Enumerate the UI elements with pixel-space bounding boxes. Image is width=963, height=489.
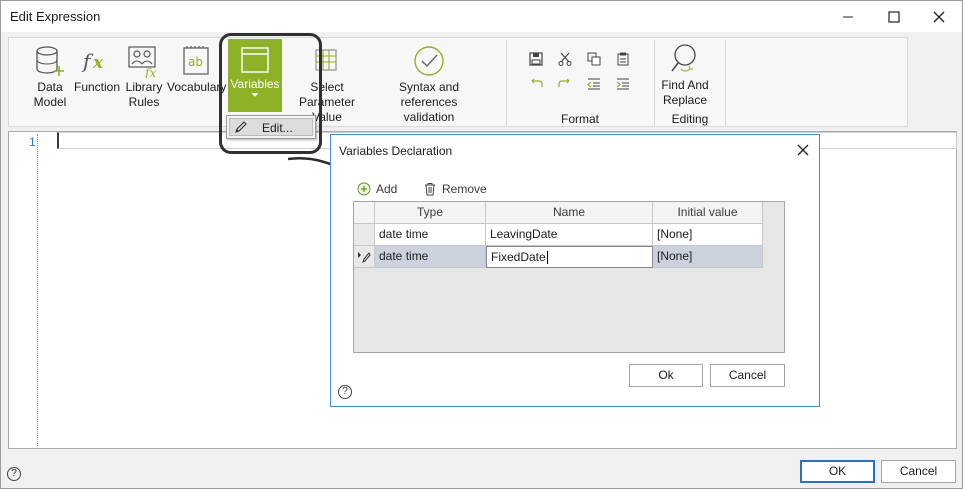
function-label: Function xyxy=(73,80,121,94)
dialog-title: Variables Declaration xyxy=(339,144,453,158)
data-model-label: Data Model xyxy=(33,80,67,109)
vocabulary-button[interactable]: ab Vocabulary xyxy=(167,38,227,126)
paste-clipboard-icon[interactable] xyxy=(616,52,630,66)
row-1-type-cell[interactable]: date time xyxy=(375,224,486,246)
ribbon-separator xyxy=(654,40,655,126)
copy-icon[interactable] xyxy=(587,52,601,66)
library-rules-icon: fx xyxy=(128,46,156,78)
dialog-ok-button[interactable]: Ok xyxy=(629,364,703,387)
ribbon-separator xyxy=(506,40,507,126)
window-title: Edit Expression xyxy=(10,9,101,24)
column-header-type[interactable]: Type xyxy=(375,202,486,224)
edit-menu-label: Edit... xyxy=(262,121,293,135)
column-header-initial-value[interactable]: Initial value xyxy=(653,202,763,224)
help-icon[interactable]: ? xyxy=(7,467,21,481)
library-rules-label: Library Rules xyxy=(125,80,163,109)
add-circle-icon xyxy=(357,182,371,196)
trash-icon xyxy=(425,183,435,196)
vocabulary-label: Vocabulary xyxy=(167,80,227,94)
find-replace-label: Find And Replace xyxy=(661,78,709,107)
line-number: 1 xyxy=(29,135,36,149)
ribbon-separator xyxy=(725,40,726,126)
add-label: Add xyxy=(376,182,398,196)
close-icon xyxy=(933,11,945,22)
check-circle-icon xyxy=(414,46,444,76)
redo-icon[interactable] xyxy=(558,78,572,90)
ok-button[interactable]: OK xyxy=(800,460,875,483)
edit-expression-window: Edit Expression Data Model f x Function … xyxy=(0,0,963,489)
maximize-icon xyxy=(888,10,900,23)
svg-text:fx: fx xyxy=(144,66,156,78)
data-model-button[interactable]: Data Model xyxy=(28,38,72,126)
row-header-editing[interactable] xyxy=(354,246,375,268)
title-bar: Edit Expression xyxy=(1,1,962,32)
remove-label: Remove xyxy=(442,182,487,196)
dialog-help-icon[interactable]: ? xyxy=(338,385,352,399)
add-variable-button[interactable]: Add xyxy=(357,180,397,198)
ribbon-toolbar: Data Model f x Function fx Library Rules xyxy=(8,37,908,127)
syntax-validation-label: Syntax and references validation xyxy=(398,80,460,124)
format-group-label: Format xyxy=(560,112,599,126)
undo-icon[interactable] xyxy=(529,78,543,90)
row-1-initial-value-cell[interactable]: [None] xyxy=(653,224,763,246)
cut-scissors-icon[interactable] xyxy=(558,52,572,66)
syntax-validation-button[interactable]: Syntax and references validation xyxy=(373,38,485,126)
indent-icon[interactable] xyxy=(616,78,630,90)
edit-menu-item[interactable]: Edit... xyxy=(229,118,313,136)
row-1-name-cell[interactable]: LeavingDate xyxy=(486,224,653,246)
dialog-cancel-button[interactable]: Cancel xyxy=(710,364,785,387)
pencil-icon xyxy=(235,121,247,133)
svg-text:x: x xyxy=(92,53,104,73)
dialog-close-icon[interactable] xyxy=(794,141,812,159)
function-fx-icon: f x xyxy=(81,49,104,73)
row-header[interactable] xyxy=(354,224,375,246)
text-caret xyxy=(546,251,548,265)
find-magnifier-icon xyxy=(671,44,696,72)
row-2-name-value: FixedDate xyxy=(491,250,546,264)
cancel-button[interactable]: Cancel xyxy=(881,460,956,483)
grid-corner xyxy=(354,202,375,224)
function-button[interactable]: f x Function xyxy=(73,38,121,126)
variables-grid: Type Name Initial value date time Leavin… xyxy=(353,201,785,353)
editing-group-label: Editing xyxy=(671,112,709,126)
column-header-name[interactable]: Name xyxy=(486,202,653,224)
gutter-divider xyxy=(37,134,38,446)
vocabulary-book-icon: ab xyxy=(183,46,209,75)
close-button[interactable] xyxy=(916,1,962,32)
row-2-name-cell-editor[interactable]: FixedDate xyxy=(486,246,653,268)
row-2-initial-value-cell[interactable]: [None] xyxy=(653,246,763,268)
minimize-button[interactable] xyxy=(825,1,871,32)
variables-dropdown-menu: Edit... xyxy=(226,115,316,139)
variables-declaration-dialog: Variables Declaration Add Remove Type Na… xyxy=(330,134,820,407)
database-icon xyxy=(36,46,64,76)
outdent-icon[interactable] xyxy=(587,78,601,90)
remove-variable-button[interactable]: Remove xyxy=(423,180,487,198)
minimize-icon xyxy=(843,16,853,17)
save-icon[interactable] xyxy=(529,52,543,66)
editing-row-pencil-icon xyxy=(358,252,371,263)
svg-text:ab: ab xyxy=(188,55,203,69)
row-2-type-cell[interactable]: date time xyxy=(375,246,486,268)
maximize-button[interactable] xyxy=(871,1,917,32)
library-rules-button[interactable]: fx Library Rules xyxy=(122,38,166,126)
